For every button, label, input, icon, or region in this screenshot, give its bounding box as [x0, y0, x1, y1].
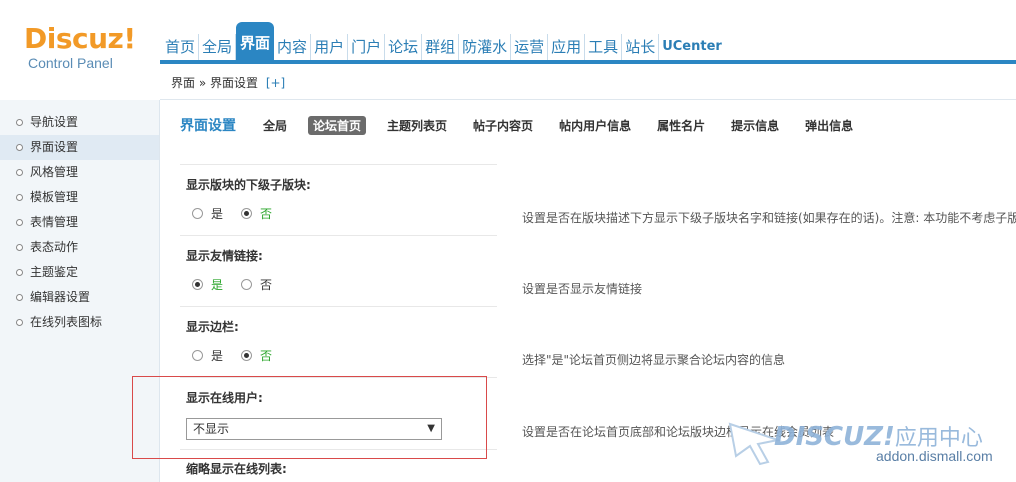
nav-item-global[interactable]: 全局 — [199, 34, 237, 62]
breadcrumb-add-shortcut[interactable]: [+] — [266, 76, 285, 90]
radio-sidebar-no[interactable] — [241, 350, 253, 361]
sidebar-item-smilies[interactable]: 表情管理 — [0, 210, 159, 235]
nav-item-groups[interactable]: 群组 — [422, 34, 460, 62]
radio-label-no: 否 — [260, 349, 273, 363]
radio-links-no[interactable] — [241, 279, 253, 290]
desc-show-subforums: 设置是否在版块描述下方显示下级子版块名字和链接(如果存在的话)。注意: 本功能不… — [522, 211, 1016, 225]
nav-item-interface[interactable]: 界面 — [236, 22, 275, 62]
breadcrumb-bar: 界面 » 界面设置 [+] — [160, 64, 1016, 100]
highlight-box — [132, 376, 487, 459]
watermark: DISCUZ!应用中心 addon.dismall.com — [720, 418, 1016, 482]
breadcrumb-text: 界面 » 界面设置 — [171, 76, 258, 90]
radio-group-subforums: 是 否 — [192, 205, 290, 222]
label-show-subforums: 显示版块的下级子版块: — [186, 178, 311, 192]
divider — [180, 164, 497, 165]
logo-subtitle: Control Panel — [28, 55, 113, 71]
nav-item-ucenter[interactable]: UCenter — [659, 34, 725, 62]
nav-item-webmaster[interactable]: 站长 — [622, 34, 660, 62]
desc-show-links: 设置是否显示友情链接 — [522, 282, 643, 296]
radio-label-yes: 是 — [211, 207, 224, 221]
radio-label-no: 否 — [260, 207, 273, 221]
radio-group-links: 是 否 — [192, 276, 290, 293]
top-bar: Discuz! Control Panel 首页 全局 界面 内容 用户 门户 … — [0, 0, 1016, 71]
discuz-logo[interactable]: Discuz! Control Panel — [24, 22, 144, 72]
radio-sidebar-yes[interactable] — [192, 350, 203, 361]
radio-label-yes: 是 — [211, 278, 224, 292]
main-nav: 首页 全局 界面 内容 用户 门户 论坛 群组 防灌水 运营 应用 工具 站长 … — [162, 22, 725, 62]
nav-item-forum[interactable]: 论坛 — [385, 34, 423, 62]
label-show-links: 显示友情链接: — [186, 249, 263, 263]
sidebar-item-actions[interactable]: 表态动作 — [0, 235, 159, 260]
sidebar-item-thread-stamps[interactable]: 主题鉴定 — [0, 260, 159, 285]
radio-subforums-no[interactable] — [241, 208, 253, 219]
sidebar-item-styles[interactable]: 风格管理 — [0, 160, 159, 185]
sidebar-list: 导航设置 界面设置 风格管理 模板管理 表情管理 表态动作 主题鉴定 编辑器设置… — [0, 100, 159, 335]
radio-links-yes[interactable] — [192, 279, 203, 290]
nav-item-apps[interactable]: 应用 — [548, 34, 586, 62]
radio-label-yes: 是 — [211, 349, 224, 363]
watermark-url: addon.dismall.com — [876, 448, 993, 464]
label-show-sidebar: 显示边栏: — [186, 320, 239, 334]
nav-item-tools[interactable]: 工具 — [585, 34, 623, 62]
logo-text: Discuz! — [24, 22, 136, 55]
nav-item-antispam[interactable]: 防灌水 — [459, 34, 512, 62]
sidebar-item-templates[interactable]: 模板管理 — [0, 185, 159, 210]
desc-show-sidebar: 选择"是"论坛首页侧边将显示聚合论坛内容的信息 — [522, 353, 786, 367]
sidebar-item-online-icons[interactable]: 在线列表图标 — [0, 310, 159, 335]
sidebar-item-editor[interactable]: 编辑器设置 — [0, 285, 159, 310]
nav-item-home[interactable]: 首页 — [162, 34, 200, 62]
radio-subforums-yes[interactable] — [192, 208, 203, 219]
divider — [180, 306, 497, 307]
nav-item-users[interactable]: 用户 — [311, 34, 349, 62]
nav-item-content[interactable]: 内容 — [274, 34, 312, 62]
sidebar-item-interface-settings[interactable]: 界面设置 — [0, 135, 159, 160]
divider — [180, 235, 497, 236]
sidebar-item-nav-settings[interactable]: 导航设置 — [0, 110, 159, 135]
label-brief-online-list: 缩略显示在线列表: — [186, 462, 287, 476]
radio-group-sidebar: 是 否 — [192, 347, 290, 364]
nav-item-operation[interactable]: 运营 — [511, 34, 549, 62]
radio-label-no: 否 — [260, 278, 273, 292]
breadcrumb: 界面 » 界面设置 [+] — [171, 74, 285, 91]
nav-item-portal[interactable]: 门户 — [348, 34, 386, 62]
